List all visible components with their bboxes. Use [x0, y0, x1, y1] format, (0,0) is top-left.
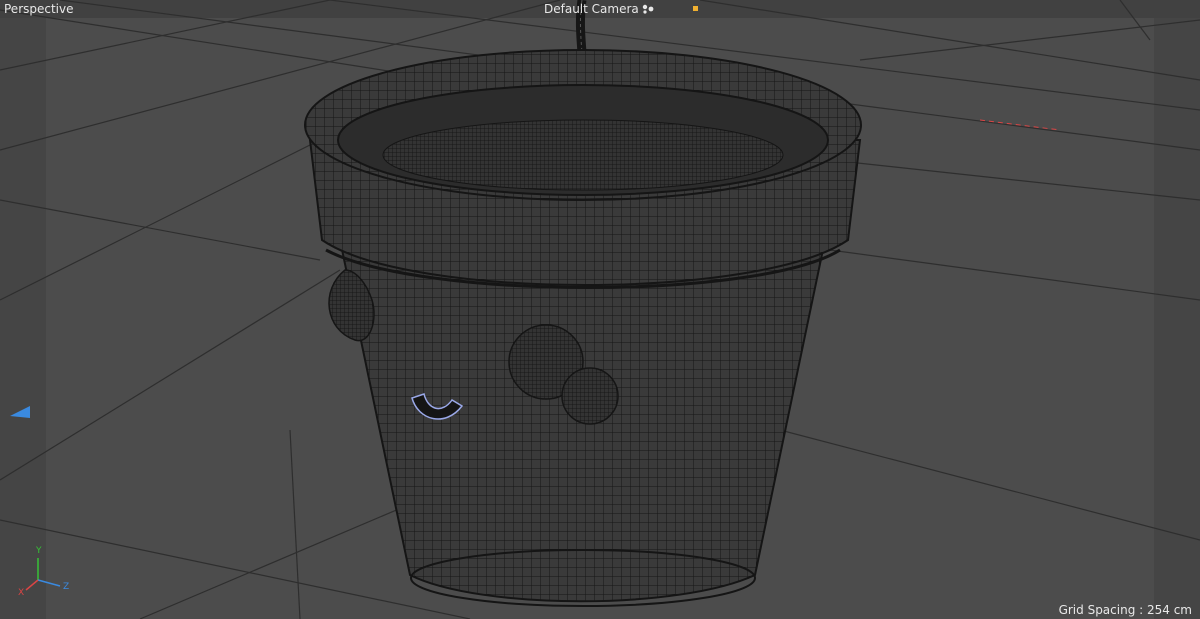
camera-marker-icon: [693, 6, 698, 11]
navigation-arrow-icon: [10, 406, 30, 418]
sphere-small: [561, 367, 619, 425]
axis-label-y: Y: [36, 546, 42, 556]
x-axis-guide: [979, 119, 1061, 131]
scene-render: [0, 0, 1200, 619]
3d-viewport[interactable]: Y X Z Perspective Default Camera Grid Sp…: [0, 0, 1200, 619]
grid-spacing-label: Grid Spacing : 254 cm: [1058, 603, 1192, 617]
axis-label-z: Z: [63, 582, 70, 592]
view-name-label[interactable]: Perspective: [4, 2, 74, 16]
flower-pot: [304, 49, 862, 607]
camera-label[interactable]: Default Camera: [544, 2, 639, 16]
camera-icon[interactable]: [641, 4, 655, 14]
axis-label-x: X: [18, 588, 25, 598]
axis-gizmo-icon: [25, 558, 61, 591]
